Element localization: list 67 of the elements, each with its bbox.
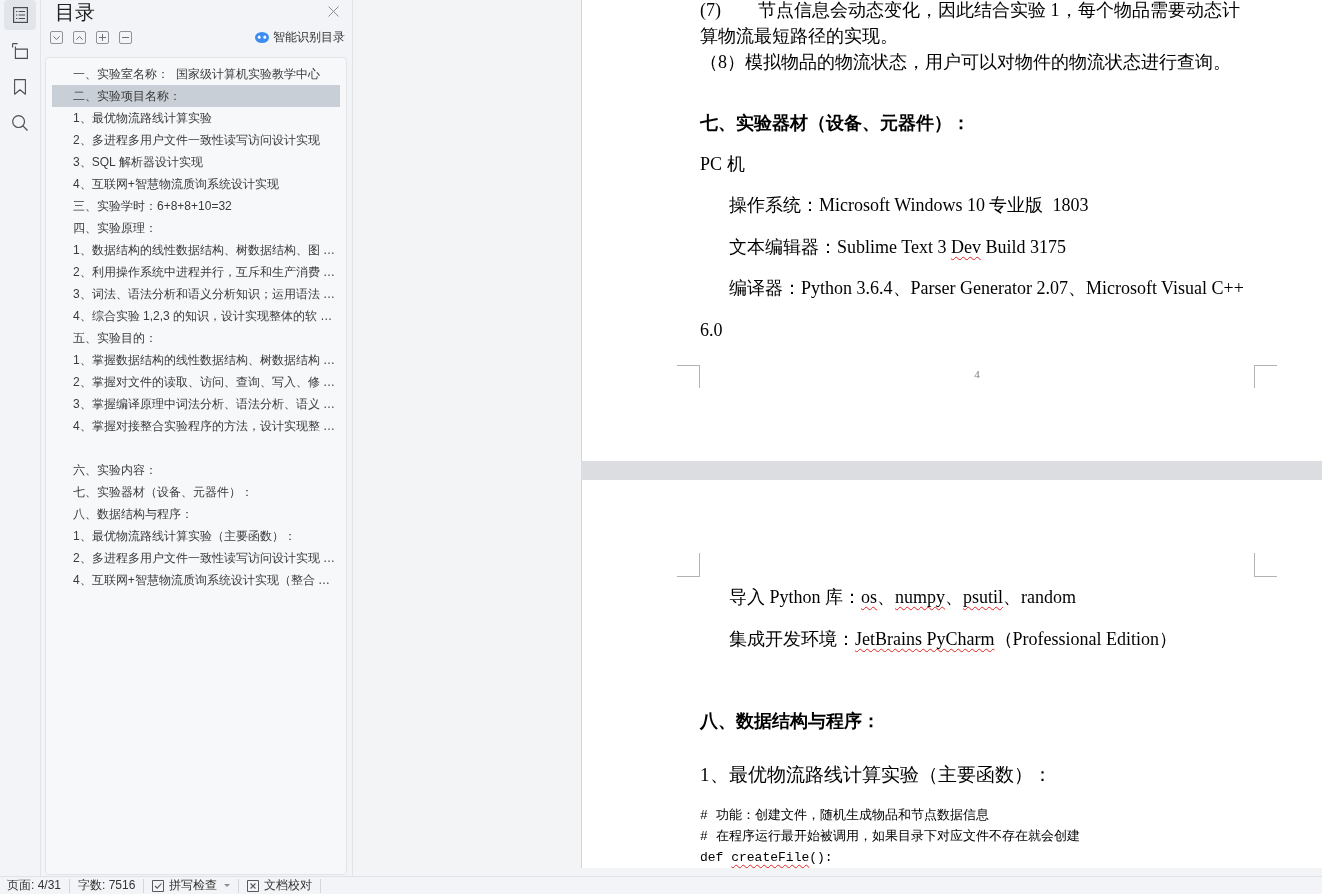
word-count: 字数: 7516	[78, 877, 136, 894]
caret-icon	[224, 884, 231, 887]
chevron-up-icon	[76, 35, 83, 40]
minus-icon	[122, 37, 129, 38]
contents-tab[interactable]	[4, 0, 36, 30]
contents-entry[interactable]: 4、互联网+智慧物流质询系统设计实现	[52, 173, 340, 195]
close-button[interactable]	[328, 5, 339, 17]
contents-entry[interactable]: 1、最优物流路线计算实验	[52, 107, 340, 129]
contents-entry[interactable]: 4、互联网+智慧物流质询系统设计实现（整合 …	[52, 569, 340, 591]
expand-all-button[interactable]	[50, 31, 63, 44]
contents-entry[interactable]: 1、最优物流路线计算实验（主要函数）：	[52, 525, 340, 547]
contents-entry[interactable]: 2、多进程多用户文件一致性读写访问设计实现 …	[52, 547, 340, 569]
contents-entry[interactable]: 1、数据结构的线性数据结构、树数据结构、图 …	[52, 239, 340, 261]
corner-mark	[677, 553, 700, 577]
contents-entry[interactable]: 4、综合实验 1,2,3 的知识，设计实现整体的软 …	[52, 305, 340, 327]
contents-entry[interactable]: 一、实验室名称： 国家级计算机实验教学中心	[52, 63, 340, 85]
chevron-down-icon	[53, 35, 60, 40]
contents-entry[interactable]: 二、实验项目名称：	[52, 85, 340, 107]
contents-entry[interactable]: 3、SQL 解析器设计实现	[52, 151, 340, 173]
smart-toc-button[interactable]: 智能识别目录	[255, 30, 345, 45]
code-line: def createFile():	[700, 848, 834, 867]
section-heading: 七、实验器材（设备、元器件）：	[700, 111, 971, 135]
proofread-button[interactable]: 文档校对	[247, 877, 313, 894]
page-number: 4	[974, 368, 980, 381]
contents-entry[interactable]: 三、实验学时：6+8+8+10=32	[52, 195, 340, 217]
document-list-icon	[12, 7, 28, 23]
corner-mark	[677, 365, 700, 388]
contents-entry[interactable]: 六、实验内容：	[52, 459, 340, 481]
subsection-heading: 1、最优物流路线计算实验（主要函数）：	[700, 762, 1053, 787]
body-text: 集成开发环境：JetBrains PyCharm（Professional Edition）	[728, 627, 1178, 651]
contents-entry[interactable]: 2、利用操作系统中进程并行，互斥和生产消费 …	[52, 261, 340, 283]
tick-box-icon	[152, 879, 165, 892]
body-text: PC 机	[700, 152, 746, 176]
panel-title: 目录	[55, 0, 95, 24]
contents-entry[interactable]: 四、实验原理：	[52, 217, 340, 239]
contents-entry[interactable]: 3、词法、语法分析和语义分析知识；运用语法 …	[52, 283, 340, 305]
contents-entry[interactable]: 七、实验器材（设备、元器件）：	[52, 481, 340, 503]
promote-level-button[interactable]	[96, 31, 109, 44]
cross-box-icon	[247, 879, 260, 892]
spell-check-button[interactable]: 拼写检查	[152, 877, 231, 894]
contents-entry[interactable]: 1、掌握数据结构的线性数据结构、树数据结构 …	[52, 349, 340, 371]
tabbed-box-icon	[12, 43, 28, 59]
corner-mark	[1254, 553, 1277, 577]
body-text: 编译器：Python 3.6.4、Parser Generator 2.07、Microsoft Visual C++ 6.0	[700, 277, 1245, 342]
contents-entry[interactable]: 3、掌握编译原理中词法分析、语法分析、语义 …	[52, 393, 340, 415]
contents-entry[interactable]: 2、掌握对文件的读取、访问、查询、写入、修 …	[52, 371, 340, 393]
corner-mark	[1254, 365, 1277, 388]
contents-entry[interactable]: 4、掌握对接整合实验程序的方法，设计实现整 …	[52, 415, 340, 437]
close-icon	[328, 5, 339, 17]
list-paragraph: （8）模拟物品的物流状态，用户可以对物件的物流状态进行查询。	[700, 51, 1232, 74]
body-text: 操作系统：Microsoft Windows 10 专业版 1803	[728, 194, 1090, 217]
cloud-face-icon	[255, 32, 269, 43]
contents-entry[interactable]: 2、多进程多用户文件一致性读写访问设计实现	[52, 129, 340, 151]
plus-icon	[99, 34, 106, 41]
bookmark-icon	[14, 79, 26, 95]
section-heading: 八、数据结构与程序：	[700, 709, 881, 733]
list-paragraph: (7) 节点信息会动态变化，因此结合实验 1，每个物品需要动态计算物流最短路径的实现。	[700, 0, 1241, 48]
search-icon	[12, 115, 28, 131]
demote-level-button[interactable]	[119, 31, 132, 44]
contents-entry[interactable]: 五、实验目的：	[52, 327, 340, 349]
body-text: 文本编辑器：Sublime Text 3 Dev Build 3175	[728, 235, 1067, 259]
collapse-all-button[interactable]	[73, 31, 86, 44]
code-line: # 功能：创建文件，随机生成物品和节点数据信息	[700, 806, 990, 825]
contents-entry[interactable]: 八、数据结构与程序：	[52, 503, 340, 525]
code-line: # 在程序运行最开始被调用，如果目录下对应文件不存在就会创建	[700, 827, 1081, 846]
page-indicator: 页面: 4/31	[7, 877, 62, 894]
body-text: 导入 Python 库：os、numpy、psutil、random	[728, 586, 1078, 609]
